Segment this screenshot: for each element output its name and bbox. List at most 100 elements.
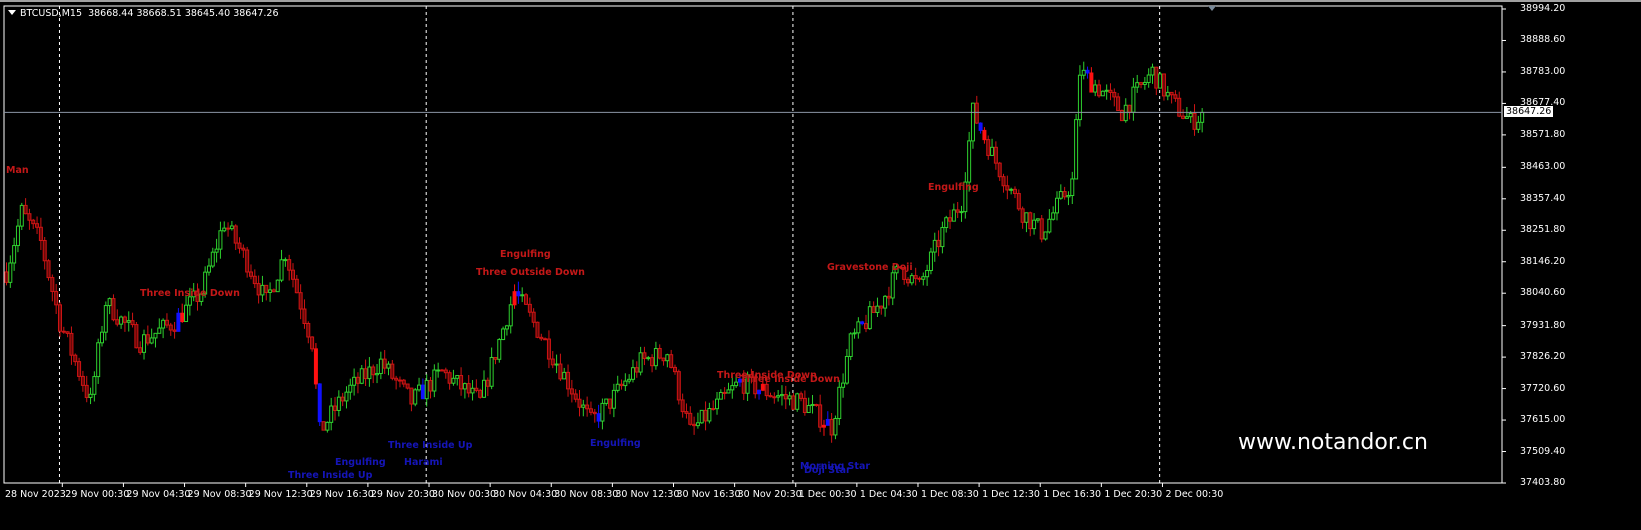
candle-body: [634, 367, 639, 373]
candle-body: [1127, 104, 1132, 113]
candle-body: [336, 396, 341, 411]
candle-body: [604, 398, 609, 404]
candle-body: [917, 277, 922, 280]
candle-body: [978, 122, 983, 131]
candle-body: [795, 393, 800, 410]
time-tick-label: 30 Nov 20:30: [737, 489, 802, 500]
candle-body: [363, 368, 368, 380]
candle-body: [650, 357, 655, 367]
price-tick-label: 38040.60: [1520, 287, 1566, 299]
candle-body: [848, 333, 853, 357]
time-tick-label: 29 Nov 04:30: [126, 489, 191, 500]
candle-body: [562, 371, 567, 380]
candle-body: [1192, 112, 1197, 130]
candle-body: [1012, 188, 1017, 195]
candle-body: [932, 239, 937, 253]
candle-body: [1177, 97, 1182, 117]
candle-body: [1100, 90, 1105, 97]
candle-body: [921, 276, 926, 280]
time-tick-label: 1 Dec 12:30: [982, 489, 1040, 500]
candle-body: [791, 395, 796, 410]
candle-body: [550, 358, 555, 366]
candle-body: [760, 383, 765, 391]
candle-body: [275, 279, 280, 293]
candle-body: [126, 320, 131, 323]
candle-body: [23, 204, 28, 215]
candle-body: [172, 329, 177, 332]
candle-body: [401, 379, 406, 385]
candle-body: [145, 334, 150, 344]
price-tick-label: 37826.20: [1520, 351, 1566, 363]
candle-body: [661, 357, 666, 362]
candle-body: [638, 352, 643, 373]
candle-body: [1123, 104, 1128, 122]
candle-body: [38, 226, 43, 242]
candle-body: [531, 311, 536, 323]
candle-body: [864, 323, 868, 330]
candle-body: [768, 395, 773, 398]
candle-body: [111, 298, 116, 321]
candle-body: [1055, 197, 1059, 214]
candle-body: [12, 245, 17, 264]
candle-body: [130, 320, 135, 326]
time-tick-label: 1 Dec 00:30: [798, 489, 857, 500]
candle-body: [642, 352, 647, 359]
price-tick-label: 37509.40: [1520, 445, 1566, 457]
time-tick-label: 29 Nov 08:30: [187, 489, 252, 500]
candle-body: [653, 348, 658, 367]
plot-border: [3, 5, 1503, 484]
candle-body: [321, 421, 326, 431]
candle-body: [867, 306, 872, 330]
candle-body: [588, 408, 593, 413]
candle-body: [501, 328, 506, 341]
candle-body: [936, 239, 941, 248]
candle-body: [279, 259, 284, 281]
candle-body: [96, 342, 101, 378]
candle-body: [841, 382, 846, 388]
dropdown-triangle-icon[interactable]: [8, 10, 16, 15]
candle-body: [103, 305, 108, 333]
candle-body: [413, 389, 418, 405]
candle-body: [1047, 218, 1052, 233]
candle-body: [546, 338, 551, 360]
candle-body: [355, 376, 360, 384]
candle-body: [168, 324, 173, 331]
time-tick-label: 30 Nov 08:30: [554, 489, 619, 500]
candle-body: [1024, 212, 1029, 223]
candle-body: [375, 373, 380, 376]
candle-body: [317, 383, 322, 423]
candle-body: [856, 321, 861, 334]
pattern-label: Man: [6, 165, 29, 176]
candle-body: [627, 378, 632, 382]
candle-body: [489, 357, 494, 387]
candle-body: [352, 376, 357, 386]
candle-body: [88, 393, 93, 398]
candle-body: [1097, 84, 1102, 97]
candle-body: [100, 331, 104, 344]
candle-body: [1158, 73, 1163, 89]
candle-body: [1142, 81, 1147, 85]
candle-body: [554, 363, 559, 366]
candle-body: [241, 247, 246, 251]
candle-body: [1062, 191, 1067, 198]
candle-body: [1135, 82, 1140, 88]
candle-body: [860, 321, 865, 325]
candle-body: [566, 371, 571, 390]
candle-body: [451, 377, 456, 384]
candle-body: [115, 319, 120, 325]
candle-body: [359, 368, 364, 384]
candle-body: [119, 316, 124, 325]
candle-body: [1081, 69, 1086, 76]
candle-body: [699, 409, 704, 424]
candle-body: [802, 397, 807, 413]
candle-body: [493, 357, 498, 360]
candle-body: [986, 139, 991, 156]
candle-body: [665, 354, 670, 362]
candle-body: [1005, 185, 1010, 191]
time-tick-label: 30 Nov 12:30: [615, 489, 680, 500]
candle-body: [1020, 208, 1025, 223]
candle-body: [268, 289, 273, 293]
candle-body: [447, 372, 452, 384]
candle-body: [799, 393, 804, 399]
open-value: 38668.44: [88, 8, 134, 19]
